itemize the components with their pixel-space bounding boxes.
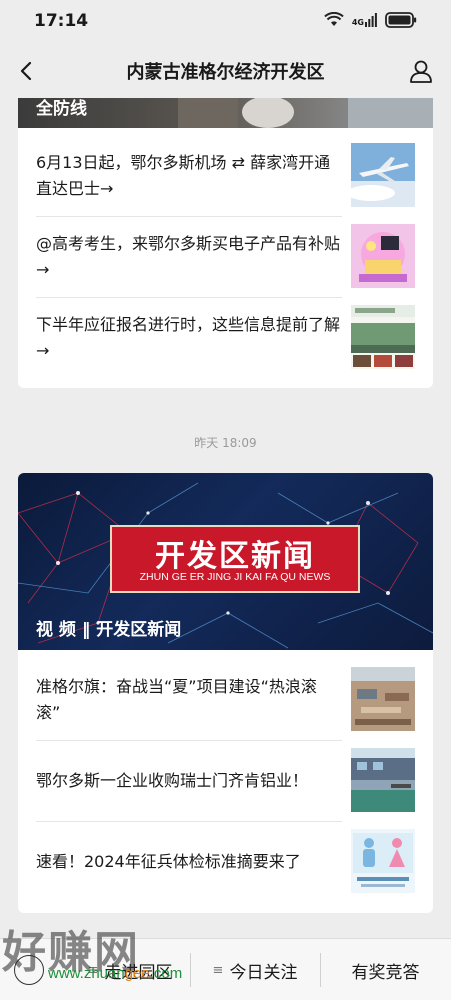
list-item[interactable]: 6月13日起，鄂尔多斯机场 ⇄ 薛家湾开通直达巴士→ <box>18 135 433 216</box>
message-timestamp: 昨天 18:09 <box>194 436 257 450</box>
battery-icon <box>385 12 417 28</box>
user-profile-icon[interactable] <box>407 57 435 85</box>
medical-exam-thumbnail <box>351 829 415 893</box>
status-time: 17:14 <box>34 11 89 31</box>
page-title: 内蒙古准格尔经济开发区 <box>126 62 325 83</box>
watermark-url-part: www.zhuan <box>48 965 125 982</box>
status-icons: 4G <box>324 12 417 28</box>
site-watermark: 好赚网 www.zhuangee.com <box>0 912 200 1000</box>
list-item[interactable]: 速看！2024年征兵体检标准摘要来了 <box>18 821 433 902</box>
article-title: 6月13日起，鄂尔多斯机场 ⇄ 薛家湾开通直达巴士→ <box>36 153 331 198</box>
article-title: 速看！2024年征兵体检标准摘要来了 <box>36 852 301 871</box>
factory-thumbnail <box>351 748 415 812</box>
menu-item-today[interactable]: ≡ 今日关注 <box>190 939 320 1000</box>
wifi-icon <box>324 12 344 26</box>
article-title: 鄂尔多斯一企业收购瑞士门齐肯铝业！ <box>36 771 309 790</box>
electronics-thumbnail <box>351 224 415 288</box>
list-item[interactable]: @高考考生，来鄂尔多斯买电子产品有补贴→ <box>18 216 433 297</box>
menu-item-quiz[interactable]: 有奖竞答 <box>320 939 451 1000</box>
banner-subtitle: ZHUN GE ER JING JI KAI FA QU NEWS <box>139 571 331 583</box>
watermark-url-part: .com <box>149 965 183 982</box>
list-item[interactable]: 鄂尔多斯一企业收购瑞士门齐肯铝业！ <box>18 740 433 821</box>
recruitment-thumbnail <box>351 305 415 369</box>
list-item[interactable]: 准格尔旗：奋战当“夏”项目建设“热浪滚滚” <box>18 659 433 740</box>
article-group-card-1: 全防线 6月13日起，鄂尔多斯机场 ⇄ 薛家湾开通直达巴士→ @高考考生，来鄂尔… <box>18 98 433 388</box>
watermark-url: www.zhuangee.com <box>48 965 182 982</box>
menu-label: 今日关注 <box>229 962 298 983</box>
article-group-card-2: 开发区新闻 ZHUN GE ER JING JI KAI FA QU NEWS … <box>18 473 433 913</box>
network-type: 4G <box>351 18 364 27</box>
menu-label: 有奖竞答 <box>351 962 420 983</box>
hero-caption: 视 频 ‖ 开发区新闻 <box>36 620 182 640</box>
article-title: 下半年应征报名进行时，这些信息提前了解→ <box>36 315 341 360</box>
article-title: 准格尔旗：奋战当“夏”项目建设“热浪滚滚” <box>36 677 317 722</box>
nav-bar: 内蒙古准格尔经济开发区 <box>0 44 451 98</box>
menu-list-icon: ≡ <box>212 962 224 978</box>
cover-title-fragment: 全防线 <box>36 99 87 119</box>
back-arrow-icon[interactable] <box>14 57 40 85</box>
news-banner: 开发区新闻 ZHUN GE ER JING JI KAI FA QU NEWS <box>110 525 360 593</box>
construction-site-thumbnail <box>351 667 415 731</box>
airplane-thumbnail <box>351 143 415 207</box>
list-item[interactable]: 下半年应征报名进行时，这些信息提前了解→ <box>18 297 433 378</box>
banner-title: 开发区新闻 <box>155 539 315 574</box>
watermark-url-part: gee <box>124 965 150 982</box>
article-title: @高考考生，来鄂尔多斯买电子产品有补贴→ <box>36 234 341 279</box>
hero-cover-image[interactable]: 开发区新闻 ZHUN GE ER JING JI KAI FA QU NEWS … <box>18 473 433 650</box>
cellular-icon: 4G <box>352 13 377 27</box>
status-bar: 17:14 4G <box>0 0 451 44</box>
cover-image-strip[interactable]: 全防线 <box>18 98 433 128</box>
